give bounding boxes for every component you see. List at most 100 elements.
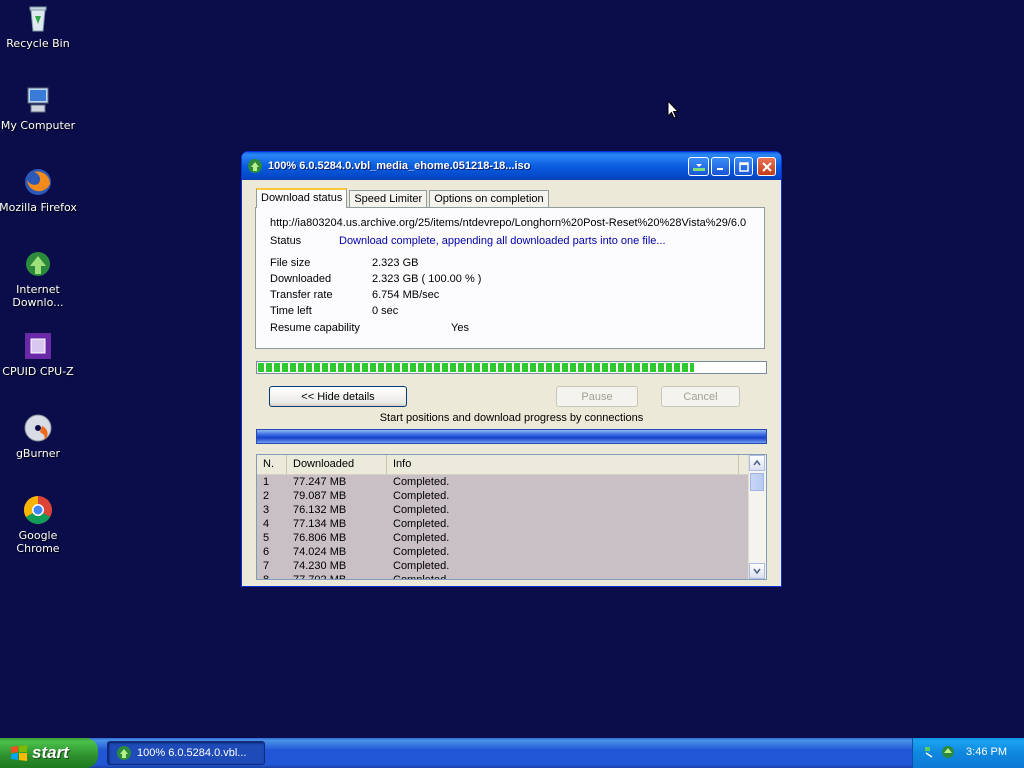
cell-n: 4 (263, 518, 270, 530)
cell-info: Completed. (393, 504, 450, 516)
tab-options-on-completion[interactable]: Options on completion (429, 190, 549, 208)
cell-info: Completed. (393, 490, 450, 502)
download-progress-bar (256, 361, 767, 374)
cell-n: 8 (263, 574, 270, 580)
maximize-button[interactable] (734, 157, 753, 176)
tab-speed-limiter[interactable]: Speed Limiter (349, 190, 428, 208)
list-header: N. Downloaded Info (257, 455, 766, 475)
desktop-icon-label: CPUID CPU-Z (2, 365, 74, 378)
internet-download-manager-icon (26, 252, 50, 276)
cell-info: Completed. (393, 546, 450, 558)
pause-button[interactable]: Pause (556, 386, 638, 407)
resume-value: Yes (451, 322, 469, 334)
chevron-up-icon (753, 460, 761, 466)
cell-downloaded: 77.134 MB (293, 518, 347, 530)
cell-downloaded: 76.806 MB (293, 532, 347, 544)
network-tray-icon[interactable] (923, 745, 937, 759)
start-label: start (32, 743, 69, 762)
firefox-icon (25, 169, 51, 195)
cell-downloaded: 74.230 MB (293, 560, 347, 572)
desktop-icon-gburner[interactable]: gBurner (0, 412, 78, 460)
desktop-icon-label: My Computer (0, 119, 76, 132)
column-header-info[interactable]: Info (387, 455, 739, 474)
scroll-up-button[interactable] (749, 455, 765, 471)
desktop-icon-label: Internet Downlo... (12, 283, 64, 309)
idm-app-icon (248, 159, 262, 173)
download-status-panel: http://ia803204.us.archive.org/25/items/… (255, 207, 765, 349)
downloaded-label: Downloaded (270, 273, 332, 285)
window-body: Download status Speed Limiter Options on… (246, 184, 777, 582)
minimize-button[interactable] (711, 157, 730, 176)
cell-downloaded: 77.247 MB (293, 476, 347, 488)
cell-info: Completed. (393, 560, 450, 572)
desktop-icon-label: gBurner (15, 447, 61, 460)
desktop-icon-firefox[interactable]: Mozilla Firefox (0, 166, 78, 214)
cell-downloaded: 76.132 MB (293, 504, 347, 516)
close-button[interactable] (757, 157, 776, 176)
idm-tray-icon[interactable] (941, 745, 955, 759)
list-item[interactable]: 7 74.230 MB Completed. (257, 559, 749, 573)
clock: 3:46 PM (966, 746, 1007, 758)
cell-n: 2 (263, 490, 270, 502)
list-item[interactable]: 5 76.806 MB Completed. (257, 531, 749, 545)
cell-n: 1 (263, 476, 270, 488)
list-item[interactable]: 1 77.247 MB Completed. (257, 475, 749, 489)
connections-progress-bar (256, 429, 767, 444)
list-item[interactable]: 2 79.087 MB Completed. (257, 489, 749, 503)
idm-app-icon (117, 746, 131, 760)
windows-flag-icon (11, 745, 27, 761)
list-item[interactable]: 3 76.132 MB Completed. (257, 503, 749, 517)
cell-info: Completed. (393, 518, 450, 530)
gburner-icon (24, 414, 52, 442)
window-titlebar[interactable]: 100% 6.0.5284.0.vbl_media_ehome.051218-1… (242, 152, 781, 180)
tab-strip: Download status Speed Limiter Options on… (256, 188, 551, 208)
file-size-label: File size (270, 257, 311, 269)
list-body: 1 77.247 MB Completed. 2 79.087 MB Completed.… (257, 475, 749, 579)
cell-n: 7 (263, 560, 270, 572)
mouse-cursor-icon (667, 100, 679, 119)
desktop-icon-internet-download-manager[interactable]: Internet Downlo... (0, 248, 78, 309)
desktop-icon-chrome[interactable]: Google Chrome (0, 494, 78, 555)
desktop-icon-label: Recycle Bin (6, 37, 70, 50)
desktop-icon-cpuz[interactable]: CPUID CPU-Z (0, 330, 78, 378)
download-url: http://ia803204.us.archive.org/25/items/… (270, 217, 747, 229)
column-header-n[interactable]: N. (257, 455, 287, 474)
file-size-value: 2.323 GB (372, 257, 419, 269)
list-item[interactable]: 4 77.134 MB Completed. (257, 517, 749, 531)
cell-n: 5 (263, 532, 270, 544)
cell-info: Completed. (393, 476, 450, 488)
list-vertical-scrollbar[interactable] (748, 455, 766, 579)
hide-details-button[interactable]: << Hide details (269, 386, 407, 407)
close-icon (761, 161, 772, 172)
chrome-icon (24, 496, 52, 524)
start-button[interactable]: start (0, 738, 98, 768)
taskbar: start 100% 6.0.5284.0.vbl... 3:46 PM (0, 738, 1024, 768)
scroll-thumb[interactable] (750, 473, 764, 491)
cell-info: Completed. (393, 574, 450, 580)
chevron-down-icon (753, 568, 761, 574)
taskbar-item-label: 100% 6.0.5284.0.vbl... (137, 747, 247, 759)
desktop-icon-recycle-bin[interactable]: Recycle Bin (0, 2, 78, 50)
window-extra-button[interactable] (688, 157, 709, 176)
window-title: 100% 6.0.5284.0.vbl_media_ehome.051218-1… (268, 160, 531, 172)
cell-downloaded: 74.024 MB (293, 546, 347, 558)
scroll-down-button[interactable] (749, 563, 765, 579)
maximize-icon (738, 161, 749, 172)
time-left-value: 0 sec (372, 305, 399, 317)
list-item[interactable]: 8 77.702 MB Completed. (257, 573, 749, 580)
system-tray: 3:46 PM (912, 738, 1024, 768)
tab-download-status[interactable]: Download status (256, 188, 348, 208)
cell-downloaded: 77.702 MB (293, 574, 347, 580)
list-item[interactable]: 6 74.024 MB Completed. (257, 545, 749, 559)
status-value: Download complete, appending all downloa… (339, 235, 666, 247)
time-left-label: Time left (270, 305, 312, 317)
desktop-icon-label: Google Chrome (16, 529, 60, 555)
resume-label: Resume capability (270, 322, 360, 334)
cell-downloaded: 79.087 MB (293, 490, 347, 502)
desktop-icon-my-computer[interactable]: My Computer (0, 84, 78, 132)
taskbar-item-download[interactable]: 100% 6.0.5284.0.vbl... (107, 741, 265, 765)
connections-list[interactable]: N. Downloaded Info 1 77.247 MB Completed. 2… (256, 454, 767, 580)
cancel-button[interactable]: Cancel (661, 386, 740, 407)
column-header-downloaded[interactable]: Downloaded (287, 455, 387, 474)
transfer-rate-label: Transfer rate (270, 289, 333, 301)
